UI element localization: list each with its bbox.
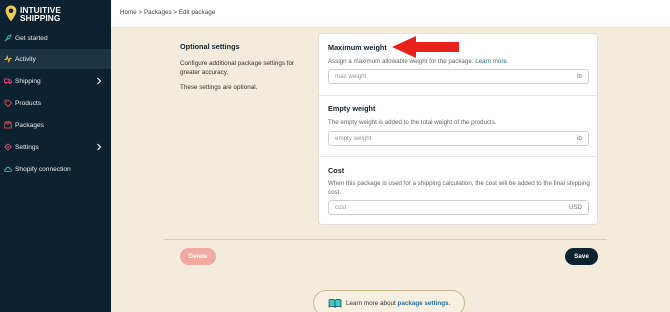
optional-settings-note: These settings are optional. bbox=[180, 84, 258, 91]
learn-more-link[interactable]: Learn more. bbox=[475, 58, 508, 65]
sidebar-item-shipping[interactable]: Shipping bbox=[0, 71, 111, 91]
max-weight-placeholder: max weight bbox=[335, 73, 367, 80]
red-arrow-annotation bbox=[392, 36, 459, 58]
book-icon bbox=[328, 298, 342, 308]
sidebar-item-label: Shopify connection bbox=[15, 165, 71, 173]
max-weight-input[interactable]: max weight lb bbox=[328, 69, 589, 84]
sidebar-item-label: Packages bbox=[15, 121, 44, 129]
max-weight-description-text: Assign a maximum allowable weight for th… bbox=[328, 58, 474, 65]
learn-more-suffix: . bbox=[448, 300, 451, 307]
truck-icon bbox=[4, 77, 12, 85]
cost-unit: USD bbox=[568, 204, 582, 211]
sidebar: INTUITIVE SHIPPING Get started Activity … bbox=[0, 0, 111, 312]
divider bbox=[319, 156, 597, 157]
activity-icon bbox=[4, 55, 12, 63]
cost-description: When this package is used for a shipping… bbox=[328, 180, 590, 196]
app-logo[interactable]: INTUITIVE SHIPPING bbox=[5, 4, 111, 26]
empty-weight-placeholder: empty weight bbox=[335, 135, 372, 142]
package-settings-card: Maximum weight Assign a maximum allowabl… bbox=[318, 33, 598, 225]
sidebar-item-shopify-connection[interactable]: Shopify connection bbox=[0, 159, 111, 179]
sidebar-item-get-started[interactable]: Get started bbox=[0, 28, 111, 48]
chevron-right-icon bbox=[97, 77, 102, 85]
learn-more-prefix: Learn more about bbox=[346, 300, 398, 307]
sidebar-item-products[interactable]: Products bbox=[0, 93, 111, 113]
divider bbox=[319, 95, 597, 96]
rocket-icon bbox=[4, 34, 12, 42]
chevron-right-icon bbox=[97, 143, 102, 151]
brand-line-2: SHIPPING bbox=[20, 13, 61, 23]
max-weight-title: Maximum weight bbox=[328, 43, 387, 52]
box-icon bbox=[4, 121, 12, 129]
breadcrumb[interactable]: Home > Packages > Edit package bbox=[120, 9, 215, 16]
empty-weight-description: The empty weight is added to the total w… bbox=[328, 119, 497, 126]
sidebar-item-packages[interactable]: Packages bbox=[0, 115, 111, 135]
sidebar-item-label: Products bbox=[15, 99, 42, 107]
divider bbox=[164, 239, 607, 240]
cloud-icon bbox=[4, 165, 12, 173]
save-button[interactable]: Save bbox=[565, 248, 598, 265]
cost-input[interactable]: cost USD bbox=[328, 200, 589, 215]
brand-name: INTUITIVE SHIPPING bbox=[20, 6, 61, 22]
optional-settings-title: Optional settings bbox=[180, 42, 240, 51]
max-weight-description: Assign a maximum allowable weight for th… bbox=[328, 57, 509, 66]
gear-icon bbox=[4, 143, 12, 151]
sidebar-item-label: Activity bbox=[15, 55, 36, 63]
sidebar-item-activity[interactable]: Activity bbox=[0, 49, 111, 69]
empty-weight-title: Empty weight bbox=[328, 104, 376, 113]
sidebar-item-settings[interactable]: Settings bbox=[0, 137, 111, 157]
package-settings-link[interactable]: package settings bbox=[397, 300, 448, 307]
learn-more-text: Learn more about package settings. bbox=[346, 300, 450, 307]
max-weight-unit: lb bbox=[577, 73, 582, 80]
top-bar: Home > Packages > Edit package bbox=[111, 0, 670, 28]
delete-button[interactable]: Delete bbox=[180, 248, 216, 265]
tag-icon bbox=[4, 99, 12, 107]
empty-weight-unit: lb bbox=[577, 135, 582, 142]
sidebar-item-label: Settings bbox=[15, 143, 39, 151]
cost-placeholder: cost bbox=[335, 204, 347, 211]
learn-more-banner[interactable]: Learn more about package settings. bbox=[313, 290, 465, 312]
sidebar-item-label: Shipping bbox=[15, 77, 41, 85]
optional-settings-description: Configure additional package settings fo… bbox=[180, 60, 295, 76]
sidebar-item-label: Get started bbox=[15, 34, 48, 42]
cost-title: Cost bbox=[328, 166, 345, 175]
empty-weight-input[interactable]: empty weight lb bbox=[328, 131, 589, 146]
location-pin-icon bbox=[5, 5, 17, 22]
